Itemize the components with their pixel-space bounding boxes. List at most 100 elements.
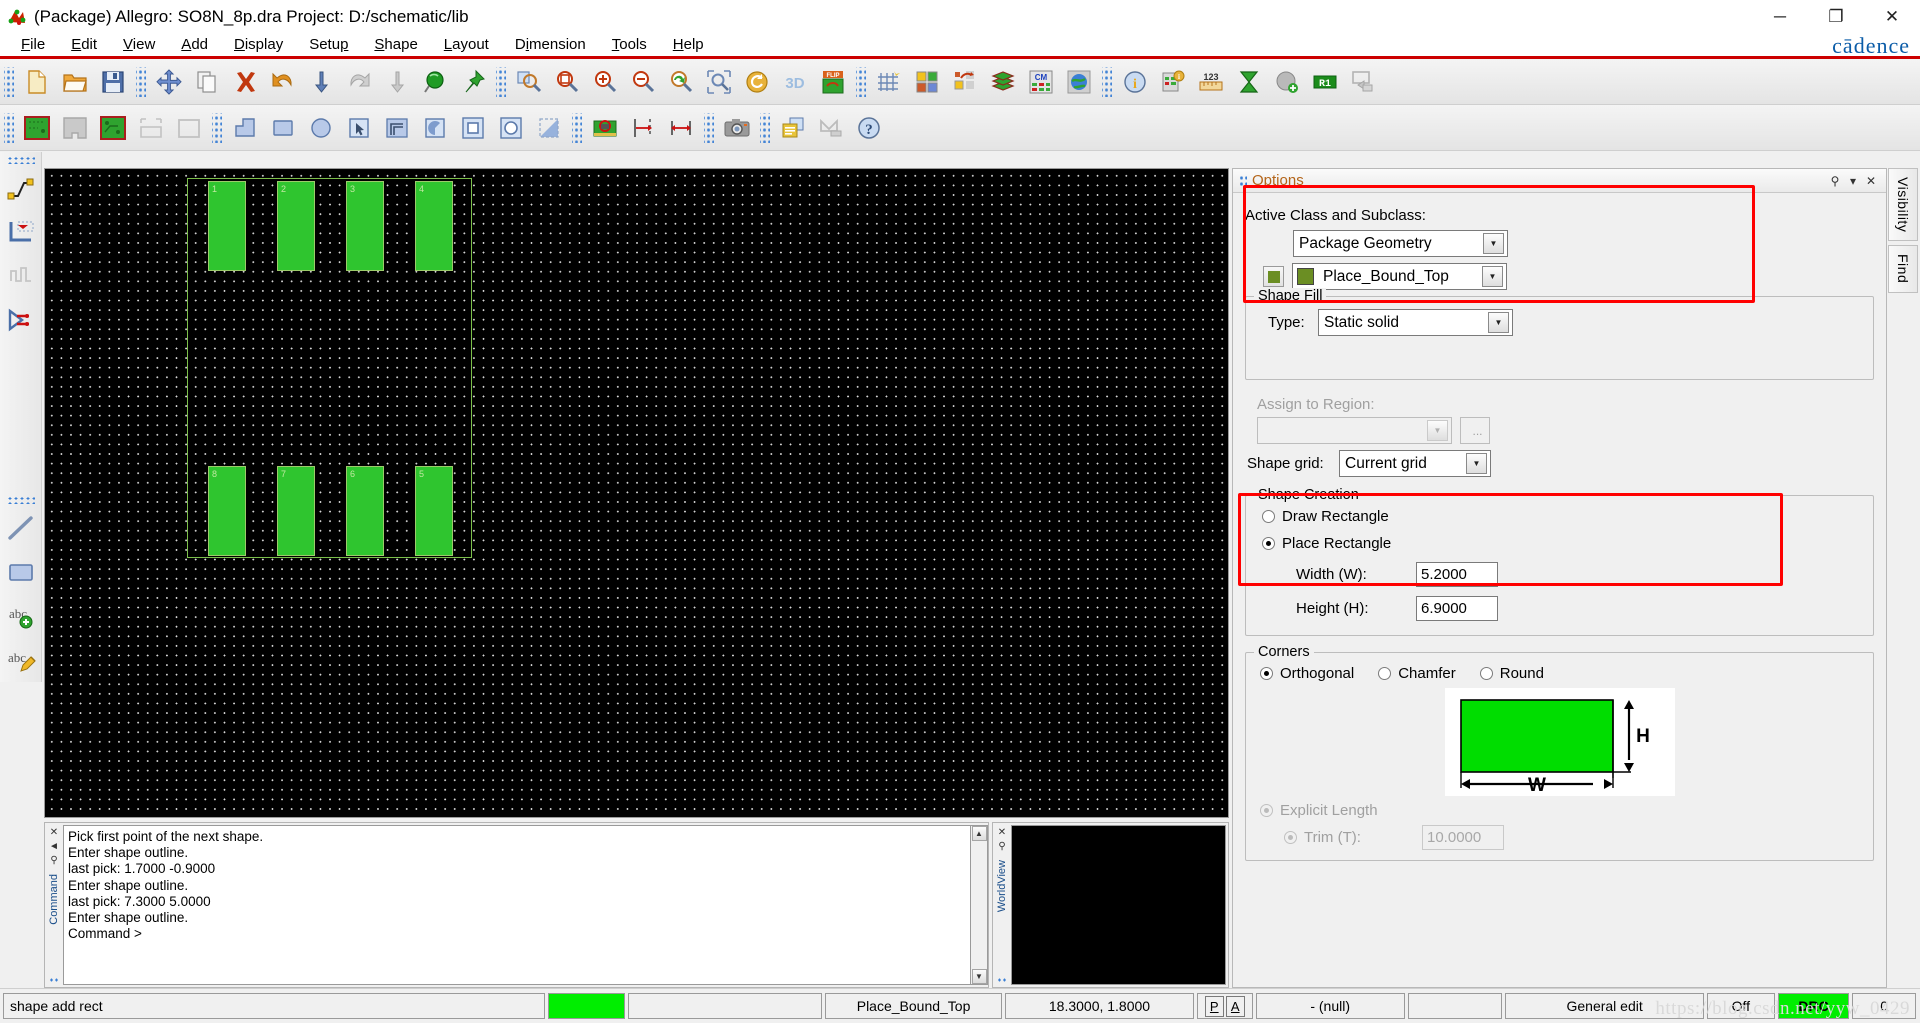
console-tab-label[interactable]: Command <box>48 874 60 925</box>
trim-radio[interactable] <box>1284 831 1297 844</box>
info-icon[interactable]: i <box>1116 63 1154 101</box>
flip-design-icon[interactable]: FLIP <box>814 63 852 101</box>
corner-orthogonal-radio[interactable] <box>1260 667 1273 680</box>
minimize-button[interactable]: ─ <box>1752 0 1808 33</box>
board-gray2-icon[interactable] <box>132 109 170 147</box>
green-ball-icon[interactable] <box>416 63 454 101</box>
toolbar-grip[interactable] <box>704 112 714 143</box>
camera-icon[interactable] <box>718 109 756 147</box>
dim-linear-icon[interactable] <box>624 109 662 147</box>
add-via-icon[interactable] <box>1268 63 1306 101</box>
copy-layers-icon[interactable] <box>774 109 812 147</box>
subclass-icon[interactable] <box>946 63 984 101</box>
open-folder-icon[interactable] <box>56 63 94 101</box>
chevron-down-icon[interactable]: ▼ <box>1488 312 1509 333</box>
options-pin-icon[interactable]: ⚲ <box>1826 174 1844 188</box>
slide-gray-icon[interactable] <box>2 254 40 298</box>
chevron-down-icon[interactable]: ▼ <box>1482 266 1503 287</box>
options-grip[interactable] <box>1239 174 1247 187</box>
menu-edit[interactable]: Edit <box>58 34 110 55</box>
save-icon[interactable] <box>94 63 132 101</box>
toolbar-grip[interactable] <box>212 112 222 143</box>
grid-toggle-icon[interactable] <box>870 63 908 101</box>
pad-8[interactable] <box>208 466 246 556</box>
status-drc-badge[interactable]: DRC <box>1777 993 1850 1019</box>
menu-shape[interactable]: Shape <box>361 34 430 55</box>
hourglass-icon[interactable] <box>1230 63 1268 101</box>
menu-tools[interactable]: Tools <box>599 34 660 55</box>
shape-arc-icon[interactable] <box>416 109 454 147</box>
help-icon[interactable]: ? <box>850 109 888 147</box>
menu-help[interactable]: Help <box>660 34 717 55</box>
pad-3[interactable] <box>346 181 384 271</box>
pad-6[interactable] <box>346 466 384 556</box>
toolbar-grip[interactable] <box>6 156 35 164</box>
active-subclass-combo[interactable]: Place_Bound_Top ▼ <box>1292 263 1507 290</box>
text-edit-icon[interactable]: abc <box>2 638 40 682</box>
menu-dimension[interactable]: Dimension <box>502 34 599 55</box>
zoom-out-icon[interactable] <box>624 63 662 101</box>
active-class-combo[interactable]: Package Geometry ▼ <box>1293 230 1508 257</box>
screen-gray-icon[interactable] <box>1344 63 1382 101</box>
dim-between-icon[interactable] <box>662 109 700 147</box>
options-menu-icon[interactable]: ▾ <box>1844 174 1862 188</box>
zoom-fit-icon[interactable] <box>510 63 548 101</box>
move-icon[interactable] <box>150 63 188 101</box>
scroll-up-icon[interactable]: ▲ <box>971 826 987 841</box>
rect-draw-icon[interactable] <box>2 550 40 594</box>
corner-chamfer-radio[interactable] <box>1378 667 1392 680</box>
gray-tool-icon[interactable] <box>812 109 850 147</box>
delete-x-icon[interactable] <box>226 63 264 101</box>
board-gray1-icon[interactable] <box>56 109 94 147</box>
menu-setup[interactable]: Setup <box>296 34 361 55</box>
shape-grid-combo[interactable]: Current grid ▼ <box>1339 450 1491 477</box>
chevron-down-icon[interactable]: ▼ <box>1466 453 1487 474</box>
text-add-icon[interactable]: abc <box>2 594 40 638</box>
zoom-window-icon[interactable] <box>548 63 586 101</box>
color-visibility-icon[interactable] <box>908 63 946 101</box>
line-draw-icon[interactable] <box>2 506 40 550</box>
toolbar-grip[interactable] <box>4 112 14 143</box>
circle-shape-icon[interactable] <box>302 109 340 147</box>
options-close-icon[interactable]: ✕ <box>1862 174 1880 188</box>
toggle-a-button[interactable]: A <box>1225 995 1245 1017</box>
delay-tune-icon[interactable] <box>2 298 40 342</box>
constraint-manager-icon[interactable]: CM <box>1022 63 1060 101</box>
toolbar-grip[interactable] <box>1102 66 1112 97</box>
worldview-close-icon[interactable]: ✕ <box>998 826 1006 840</box>
toolbar-grip[interactable] <box>496 66 506 97</box>
r1-label-icon[interactable]: R1 <box>1306 63 1344 101</box>
board-active2-icon[interactable] <box>94 109 132 147</box>
shape-square-icon[interactable] <box>454 109 492 147</box>
globe-grid-icon[interactable] <box>1060 63 1098 101</box>
design-canvas[interactable]: 1 2 3 4 8 7 6 5 <box>44 168 1229 818</box>
place-component-icon[interactable] <box>586 109 624 147</box>
corner-round-radio[interactable] <box>1479 667 1493 680</box>
worldview-canvas[interactable] <box>1011 825 1226 985</box>
report-icon[interactable]: i <box>1154 63 1192 101</box>
pad-7[interactable] <box>277 466 315 556</box>
pad-1[interactable] <box>208 181 246 271</box>
trim-input[interactable]: 10.0000 <box>1422 825 1504 850</box>
add-line-icon[interactable] <box>2 166 40 210</box>
pin-icon[interactable] <box>454 63 492 101</box>
menu-layout[interactable]: Layout <box>431 34 502 55</box>
scroll-down-icon[interactable]: ▼ <box>971 969 987 984</box>
down-arrow-gray-icon[interactable] <box>378 63 416 101</box>
console-pin-icon[interactable]: ⚲ <box>50 854 57 868</box>
toolbar-grip[interactable] <box>760 112 770 143</box>
shape-edit-icon[interactable] <box>378 109 416 147</box>
3d-view-icon[interactable]: 3D <box>776 63 814 101</box>
board-active-icon[interactable] <box>18 109 56 147</box>
measure-icon[interactable]: 123 <box>1192 63 1230 101</box>
pad-4[interactable] <box>415 181 453 271</box>
redo-icon[interactable] <box>340 63 378 101</box>
menu-add[interactable]: Add <box>168 34 221 55</box>
console-close-icon[interactable]: ✕ <box>50 826 58 840</box>
tab-find[interactable]: Find <box>1888 245 1918 293</box>
console-output[interactable]: Pick first point of the next shape. Enter… <box>63 825 971 985</box>
width-input[interactable]: 5.2000 <box>1416 562 1498 587</box>
maximize-button[interactable]: ❐ <box>1808 0 1864 33</box>
menu-display[interactable]: Display <box>221 34 296 55</box>
polygon-shape-icon[interactable] <box>226 109 264 147</box>
